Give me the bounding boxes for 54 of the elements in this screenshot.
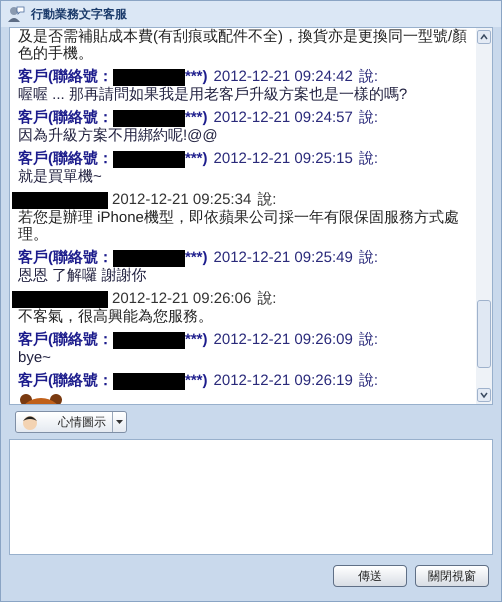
message-text: 恩恩 了解囉 謝謝你 <box>18 267 148 284</box>
sender-label: 客戶(聯絡號： <box>18 331 113 349</box>
message-text: 及是否需補貼成本費(有刮痕或配件不全)，換貨亦是更換同一型號/顏色的手機。 <box>18 28 468 62</box>
sender-suffix: ***) <box>185 331 208 349</box>
message-text: 不客氣，很高興能為您服務。 <box>18 308 214 325</box>
redaction-bar <box>113 250 185 266</box>
sender-suffix: ***) <box>185 372 208 390</box>
said-label: 說: <box>257 191 276 209</box>
scroll-up-icon[interactable] <box>477 30 491 44</box>
redaction-bar <box>113 372 185 390</box>
close-window-button[interactable]: 關閉視窗 <box>415 565 489 587</box>
dropdown-caret-icon[interactable] <box>112 412 126 432</box>
timestamp: 2012-12-21 09:24:42 <box>214 68 353 86</box>
said-label: 說: <box>257 290 276 308</box>
message-text: 若您是辦理 iPhone機型，即依蘋果公司採一年有限保固服務方式處理。 <box>18 209 460 243</box>
scroll-thumb[interactable] <box>477 300 491 368</box>
redaction-bar <box>113 110 185 126</box>
sender-label: 客戶(聯絡號： <box>18 150 113 168</box>
message-text: 因為升級方案不用綁約呢!@@ <box>18 127 219 144</box>
timestamp: 2012-12-21 09:26:06 <box>112 290 252 308</box>
sender-label: 客戶(聯絡號： <box>18 249 113 267</box>
scroll-down-icon[interactable] <box>477 388 491 402</box>
scrollbar[interactable] <box>476 28 492 404</box>
sender-label: 客戶(聯絡號： <box>18 372 113 390</box>
sender-suffix: ***) <box>185 109 208 127</box>
message-text: 喔喔 ... 那再請問如果我是用老客戶升級方案也是一樣的嗎? <box>18 86 408 103</box>
message-text: bye~ <box>18 349 52 366</box>
timestamp: 2012-12-21 09:25:49 <box>214 249 353 267</box>
sender-label: 客戶(聯絡號： <box>18 68 113 86</box>
mood-button[interactable]: 心情圖示 <box>15 411 127 433</box>
sender-suffix: ***) <box>185 249 208 267</box>
sender-label: 客戶(聯絡號： <box>18 109 113 127</box>
said-label: 說: <box>358 150 378 168</box>
said-label: 說: <box>358 372 378 390</box>
redaction-bar <box>113 68 185 86</box>
said-label: 說: <box>358 68 378 86</box>
timestamp: 2012-12-21 09:25:15 <box>214 150 353 168</box>
timestamp: 2012-12-21 09:24:57 <box>214 109 353 127</box>
timestamp: 2012-12-21 09:26:09 <box>214 331 353 349</box>
face-icon <box>20 413 40 431</box>
window-title: 行動業務文字客服 <box>31 6 127 23</box>
message-input[interactable] <box>9 439 493 555</box>
timestamp: 2012-12-21 09:25:34 <box>112 191 252 209</box>
sender-suffix: ***) <box>185 150 208 168</box>
said-label: 說: <box>358 109 378 127</box>
timestamp: 2012-12-21 09:26:19 <box>214 372 353 390</box>
said-label: 說: <box>358 331 378 349</box>
said-label: 說: <box>358 249 378 267</box>
sender-suffix: ***) <box>185 68 208 86</box>
chat-person-icon <box>7 5 25 23</box>
message-text: 就是買單機~ <box>18 168 103 185</box>
send-button[interactable]: 傳送 <box>333 565 407 587</box>
redaction-bar <box>113 150 185 168</box>
redaction-bar <box>113 332 185 348</box>
